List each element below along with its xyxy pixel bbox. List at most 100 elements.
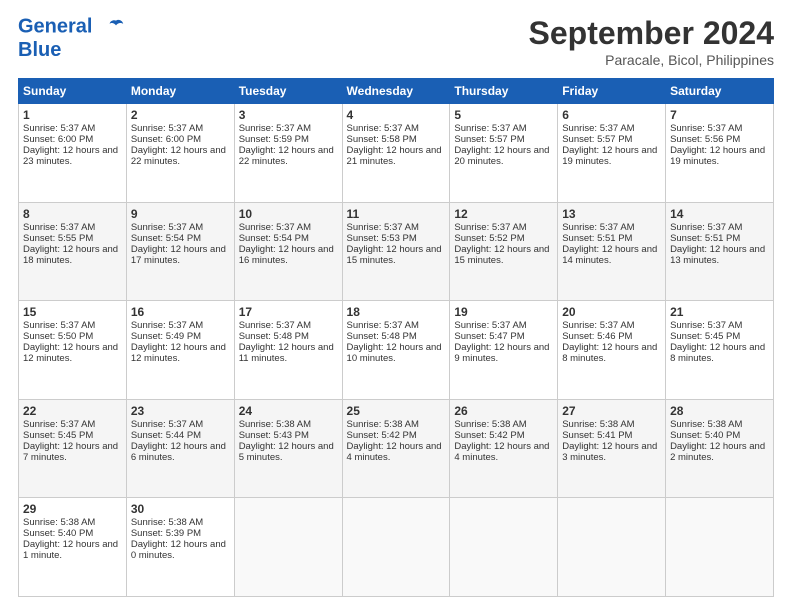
daylight-label: Daylight: 12 hours and 20 minutes.: [454, 145, 549, 167]
sunset-text: Sunset: 5:54 PM: [239, 233, 309, 244]
sunset-text: Sunset: 6:00 PM: [131, 134, 201, 145]
sunset-text: Sunset: 5:48 PM: [239, 331, 309, 342]
daylight-label: Daylight: 12 hours and 10 minutes.: [347, 342, 442, 364]
sunset-text: Sunset: 5:48 PM: [347, 331, 417, 342]
table-row: 6Sunrise: 5:37 AMSunset: 5:57 PMDaylight…: [558, 104, 666, 203]
table-row: 21Sunrise: 5:37 AMSunset: 5:45 PMDayligh…: [666, 301, 774, 400]
daylight-label: Daylight: 12 hours and 16 minutes.: [239, 244, 334, 266]
sunset-text: Sunset: 6:00 PM: [23, 134, 93, 145]
day-number: 5: [454, 108, 553, 122]
sunrise-text: Sunrise: 5:37 AM: [239, 320, 311, 331]
table-row: 11Sunrise: 5:37 AMSunset: 5:53 PMDayligh…: [342, 202, 450, 301]
sunrise-text: Sunrise: 5:37 AM: [562, 320, 634, 331]
daylight-label: Daylight: 12 hours and 7 minutes.: [23, 441, 118, 463]
day-number: 22: [23, 404, 122, 418]
col-header-sunday: Sunday: [19, 79, 127, 104]
header: General Blue September 2024 Paracale, Bi…: [18, 15, 774, 68]
day-number: 17: [239, 305, 338, 319]
sunrise-text: Sunrise: 5:37 AM: [131, 320, 203, 331]
table-row: 18Sunrise: 5:37 AMSunset: 5:48 PMDayligh…: [342, 301, 450, 400]
table-row: 14Sunrise: 5:37 AMSunset: 5:51 PMDayligh…: [666, 202, 774, 301]
sunset-text: Sunset: 5:54 PM: [131, 233, 201, 244]
sunrise-text: Sunrise: 5:37 AM: [23, 320, 95, 331]
sunrise-text: Sunrise: 5:37 AM: [347, 123, 419, 134]
sunset-text: Sunset: 5:45 PM: [670, 331, 740, 342]
table-row: 16Sunrise: 5:37 AMSunset: 5:49 PMDayligh…: [126, 301, 234, 400]
sunset-text: Sunset: 5:58 PM: [347, 134, 417, 145]
sunrise-text: Sunrise: 5:37 AM: [670, 222, 742, 233]
sunset-text: Sunset: 5:42 PM: [454, 430, 524, 441]
daylight-label: Daylight: 12 hours and 19 minutes.: [562, 145, 657, 167]
day-number: 9: [131, 207, 230, 221]
day-number: 8: [23, 207, 122, 221]
col-header-tuesday: Tuesday: [234, 79, 342, 104]
location: Paracale, Bicol, Philippines: [529, 52, 774, 68]
sunrise-text: Sunrise: 5:37 AM: [454, 320, 526, 331]
sunrise-text: Sunrise: 5:37 AM: [347, 320, 419, 331]
daylight-label: Daylight: 12 hours and 15 minutes.: [454, 244, 549, 266]
table-row: 12Sunrise: 5:37 AMSunset: 5:52 PMDayligh…: [450, 202, 558, 301]
sunset-text: Sunset: 5:47 PM: [454, 331, 524, 342]
day-number: 13: [562, 207, 661, 221]
sunrise-text: Sunrise: 5:38 AM: [347, 419, 419, 430]
sunrise-text: Sunrise: 5:37 AM: [23, 123, 95, 134]
sunrise-text: Sunrise: 5:38 AM: [23, 517, 95, 528]
table-row: 1Sunrise: 5:37 AMSunset: 6:00 PMDaylight…: [19, 104, 127, 203]
sunrise-text: Sunrise: 5:37 AM: [239, 123, 311, 134]
daylight-label: Daylight: 12 hours and 3 minutes.: [562, 441, 657, 463]
table-row: 25Sunrise: 5:38 AMSunset: 5:42 PMDayligh…: [342, 399, 450, 498]
sunset-text: Sunset: 5:46 PM: [562, 331, 632, 342]
daylight-label: Daylight: 12 hours and 11 minutes.: [239, 342, 334, 364]
sunset-text: Sunset: 5:44 PM: [131, 430, 201, 441]
daylight-label: Daylight: 12 hours and 13 minutes.: [670, 244, 765, 266]
sunrise-text: Sunrise: 5:37 AM: [670, 123, 742, 134]
sunset-text: Sunset: 5:55 PM: [23, 233, 93, 244]
table-row: 30Sunrise: 5:38 AMSunset: 5:39 PMDayligh…: [126, 498, 234, 597]
table-row: 24Sunrise: 5:38 AMSunset: 5:43 PMDayligh…: [234, 399, 342, 498]
day-number: 16: [131, 305, 230, 319]
title-block: September 2024 Paracale, Bicol, Philippi…: [529, 15, 774, 68]
daylight-label: Daylight: 12 hours and 2 minutes.: [670, 441, 765, 463]
daylight-label: Daylight: 12 hours and 1 minute.: [23, 539, 118, 561]
table-row: 13Sunrise: 5:37 AMSunset: 5:51 PMDayligh…: [558, 202, 666, 301]
daylight-label: Daylight: 12 hours and 8 minutes.: [562, 342, 657, 364]
daylight-label: Daylight: 12 hours and 0 minutes.: [131, 539, 226, 561]
sunset-text: Sunset: 5:53 PM: [347, 233, 417, 244]
sunset-text: Sunset: 5:40 PM: [23, 528, 93, 539]
sunrise-text: Sunrise: 5:37 AM: [131, 222, 203, 233]
table-row: 5Sunrise: 5:37 AMSunset: 5:57 PMDaylight…: [450, 104, 558, 203]
logo: General Blue: [18, 15, 124, 62]
daylight-label: Daylight: 12 hours and 14 minutes.: [562, 244, 657, 266]
col-header-monday: Monday: [126, 79, 234, 104]
sunset-text: Sunset: 5:39 PM: [131, 528, 201, 539]
table-row: [342, 498, 450, 597]
sunrise-text: Sunrise: 5:38 AM: [562, 419, 634, 430]
table-row: 19Sunrise: 5:37 AMSunset: 5:47 PMDayligh…: [450, 301, 558, 400]
sunrise-text: Sunrise: 5:37 AM: [239, 222, 311, 233]
day-number: 26: [454, 404, 553, 418]
sunrise-text: Sunrise: 5:37 AM: [454, 123, 526, 134]
col-header-friday: Friday: [558, 79, 666, 104]
col-header-saturday: Saturday: [666, 79, 774, 104]
sunrise-text: Sunrise: 5:37 AM: [562, 123, 634, 134]
table-row: 17Sunrise: 5:37 AMSunset: 5:48 PMDayligh…: [234, 301, 342, 400]
day-number: 28: [670, 404, 769, 418]
daylight-label: Daylight: 12 hours and 22 minutes.: [131, 145, 226, 167]
day-number: 29: [23, 502, 122, 516]
sunset-text: Sunset: 5:42 PM: [347, 430, 417, 441]
sunset-text: Sunset: 5:51 PM: [670, 233, 740, 244]
day-number: 18: [347, 305, 446, 319]
sunrise-text: Sunrise: 5:37 AM: [131, 123, 203, 134]
daylight-label: Daylight: 12 hours and 21 minutes.: [347, 145, 442, 167]
day-number: 11: [347, 207, 446, 221]
month-title: September 2024: [529, 15, 774, 52]
sunrise-text: Sunrise: 5:37 AM: [23, 419, 95, 430]
day-number: 4: [347, 108, 446, 122]
table-row: 7Sunrise: 5:37 AMSunset: 5:56 PMDaylight…: [666, 104, 774, 203]
daylight-label: Daylight: 12 hours and 6 minutes.: [131, 441, 226, 463]
table-row: [558, 498, 666, 597]
day-number: 6: [562, 108, 661, 122]
table-row: 2Sunrise: 5:37 AMSunset: 6:00 PMDaylight…: [126, 104, 234, 203]
sunset-text: Sunset: 5:50 PM: [23, 331, 93, 342]
daylight-label: Daylight: 12 hours and 22 minutes.: [239, 145, 334, 167]
